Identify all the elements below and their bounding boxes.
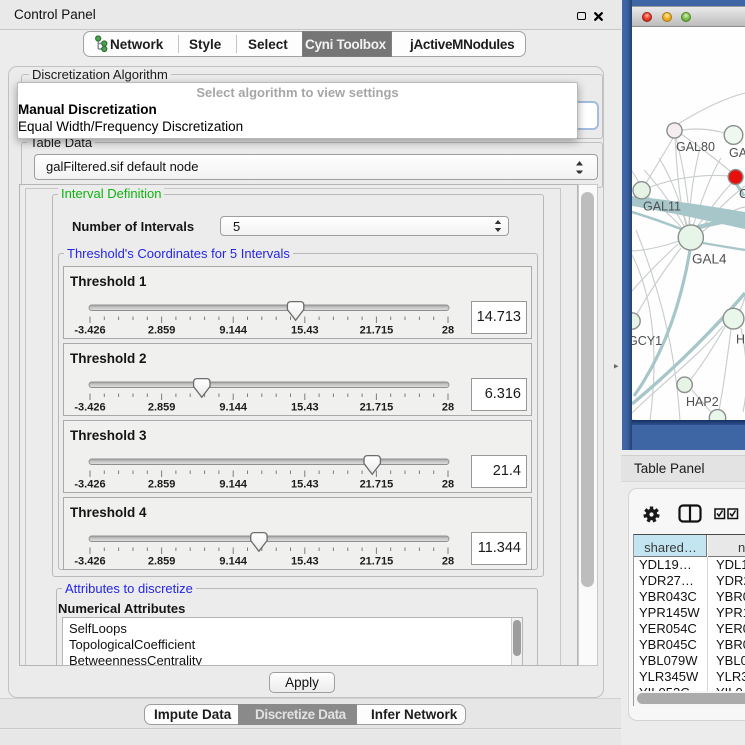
svg-text:-3.426: -3.426 xyxy=(74,325,105,337)
svg-text:15.43: 15.43 xyxy=(291,556,319,568)
svg-text:28: 28 xyxy=(442,556,454,568)
svg-text:21.715: 21.715 xyxy=(360,402,394,414)
svg-text:2.859: 2.859 xyxy=(148,479,176,491)
svg-text:15.43: 15.43 xyxy=(291,402,319,414)
svg-text:CY: CY xyxy=(739,187,745,201)
svg-text:GAL4: GAL4 xyxy=(692,252,727,267)
svg-text:GAL80: GAL80 xyxy=(676,140,715,154)
svg-text:GAL11: GAL11 xyxy=(643,200,681,214)
svg-text:9.144: 9.144 xyxy=(219,556,247,568)
svg-text:28: 28 xyxy=(442,479,454,491)
svg-text:2.859: 2.859 xyxy=(148,556,176,568)
svg-text:9.144: 9.144 xyxy=(219,479,247,491)
svg-text:28: 28 xyxy=(442,325,454,337)
svg-text:15.43: 15.43 xyxy=(291,479,319,491)
svg-text:-3.426: -3.426 xyxy=(74,402,105,414)
svg-text:-3.426: -3.426 xyxy=(74,479,105,491)
svg-text:-3.426: -3.426 xyxy=(74,556,105,568)
svg-text:GAL: GAL xyxy=(729,146,745,160)
svg-text:28: 28 xyxy=(442,402,454,414)
svg-text:15.43: 15.43 xyxy=(291,325,319,337)
svg-text:GCY1: GCY1 xyxy=(632,334,662,348)
svg-text:HAP2: HAP2 xyxy=(686,395,719,409)
svg-text:2.859: 2.859 xyxy=(148,325,176,337)
svg-text:21.715: 21.715 xyxy=(360,556,394,568)
svg-text:9.144: 9.144 xyxy=(219,402,247,414)
svg-text:2.859: 2.859 xyxy=(148,402,176,414)
svg-text:9.144: 9.144 xyxy=(219,325,247,337)
svg-text:21.715: 21.715 xyxy=(360,479,394,491)
svg-text:HI: HI xyxy=(736,333,745,347)
svg-text:21.715: 21.715 xyxy=(360,325,394,337)
